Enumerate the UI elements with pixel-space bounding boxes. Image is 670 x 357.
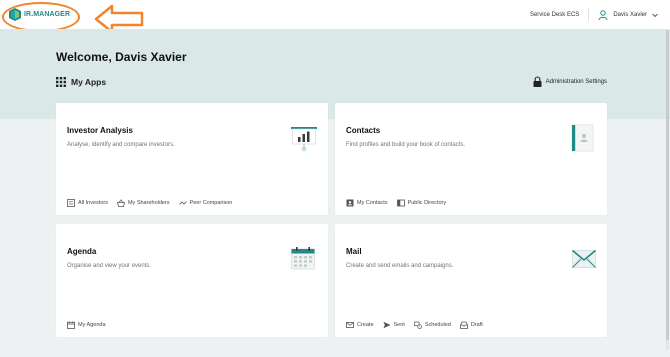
my-apps-label: My Apps bbox=[71, 77, 107, 87]
card-links: My Contacts Public Directory bbox=[346, 199, 455, 207]
investor-analysis-card[interactable]: Investor Analysis Analyse, identify and … bbox=[56, 103, 328, 215]
my-shareholders-link[interactable]: My Shareholders bbox=[116, 199, 170, 207]
user-menu-name[interactable]: Davis Xavier bbox=[613, 12, 647, 18]
open-book-icon bbox=[396, 199, 405, 207]
link-label: Sent bbox=[393, 322, 405, 328]
public-directory-link[interactable]: Public Directory bbox=[396, 199, 447, 207]
contact-card-icon bbox=[346, 199, 354, 207]
trend-line-icon bbox=[178, 201, 187, 205]
card-title: Contacts bbox=[346, 126, 381, 135]
contacts-card[interactable]: Contacts Find profiles and build your bo… bbox=[335, 103, 607, 215]
card-links: All Investors My Shareholders Peer Compa… bbox=[67, 199, 241, 207]
card-description: Find profiles and build your book of con… bbox=[346, 142, 466, 148]
chevron-down-icon[interactable] bbox=[651, 11, 659, 19]
administration-settings-label: Administration Settings bbox=[545, 78, 607, 85]
header-right: Service Desk ECS Davis Xavier bbox=[530, 0, 670, 29]
my-contacts-link[interactable]: My Contacts bbox=[346, 199, 388, 207]
link-label: My Agenda bbox=[78, 322, 106, 328]
card-description: Create and send emails and campaigns. bbox=[346, 263, 454, 269]
card-links: Create Sent Scheduled Draft bbox=[346, 321, 492, 329]
apps-grid-icon bbox=[56, 77, 66, 87]
scheduled-mail-link[interactable]: Scheduled bbox=[413, 321, 451, 329]
compose-mail-icon bbox=[346, 322, 354, 328]
card-title: Mail bbox=[346, 247, 362, 256]
draft-mail-link[interactable]: Draft bbox=[459, 321, 483, 329]
link-label: All Investors bbox=[78, 200, 108, 206]
service-desk-link[interactable]: Service Desk ECS bbox=[530, 12, 579, 18]
peer-comparison-link[interactable]: Peer Comparison bbox=[178, 199, 233, 207]
top-bar: IR.MANAGER Service Desk ECS Davis Xavier bbox=[0, 0, 670, 34]
annotation-ellipse bbox=[2, 2, 80, 32]
card-title: Investor Analysis bbox=[67, 126, 133, 135]
link-label: Peer Comparison bbox=[189, 200, 233, 206]
scrollbar-thumb[interactable] bbox=[666, 30, 669, 340]
link-label: Public Directory bbox=[407, 200, 447, 206]
contact-book-icon bbox=[571, 124, 594, 152]
calendar-small-icon bbox=[67, 321, 75, 329]
my-apps-heading: My Apps bbox=[56, 77, 106, 87]
send-icon bbox=[383, 321, 391, 329]
sent-mail-link[interactable]: Sent bbox=[383, 321, 405, 329]
basket-icon bbox=[116, 199, 125, 207]
lock-icon bbox=[533, 76, 542, 87]
card-description: Analyse, identify and compare investors. bbox=[67, 142, 175, 148]
card-title: Agenda bbox=[67, 247, 97, 256]
my-agenda-link[interactable]: My Agenda bbox=[67, 321, 106, 329]
scheduled-mail-icon bbox=[413, 321, 422, 329]
envelope-icon bbox=[572, 250, 596, 268]
create-mail-link[interactable]: Create bbox=[346, 321, 374, 329]
agenda-card[interactable]: Agenda Organise and view your events. My… bbox=[56, 224, 328, 337]
administration-settings-link[interactable]: Administration Settings bbox=[533, 76, 607, 87]
draft-tray-icon bbox=[459, 321, 468, 329]
link-label: My Contacts bbox=[357, 200, 388, 206]
card-description: Organise and view your events. bbox=[67, 263, 152, 269]
card-links: My Agenda bbox=[67, 321, 115, 329]
header-divider bbox=[588, 8, 590, 21]
page-scrollbar[interactable] bbox=[666, 30, 669, 350]
mail-card[interactable]: Mail Create and send emails and campaign… bbox=[335, 224, 607, 337]
link-label: Draft bbox=[470, 322, 483, 328]
link-label: Scheduled bbox=[424, 322, 451, 328]
presentation-chart-icon bbox=[291, 127, 317, 151]
list-icon bbox=[67, 199, 75, 207]
link-label: Create bbox=[357, 322, 374, 328]
page-title: Welcome, Davis Xavier bbox=[56, 50, 187, 64]
calendar-icon bbox=[291, 247, 315, 270]
all-investors-link[interactable]: All Investors bbox=[67, 199, 108, 207]
user-icon bbox=[598, 9, 608, 20]
link-label: My Shareholders bbox=[127, 200, 170, 206]
